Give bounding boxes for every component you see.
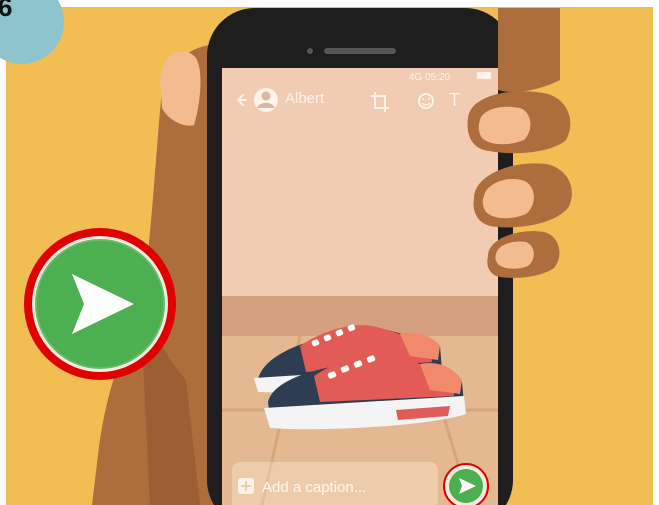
- finger-1: [467, 91, 571, 154]
- tutorial-illustration: 6 4G 05:20 Albert T: [0, 0, 659, 505]
- battery-icon: [477, 72, 491, 79]
- phone-camera: [307, 48, 313, 54]
- send-button-zoom: [24, 228, 176, 380]
- text-tool-icon[interactable]: T: [449, 90, 460, 111]
- phone-speaker: [324, 48, 396, 54]
- send-button[interactable]: [443, 463, 489, 505]
- user-avatar-icon: [254, 88, 278, 112]
- contact-name: Albert: [285, 90, 325, 107]
- illustration-canvas: [0, 0, 659, 505]
- step-number: 6: [0, 0, 13, 22]
- hand-back: [498, 8, 560, 92]
- caption-input[interactable]: [262, 476, 427, 498]
- status-bar-text: 4G 05:20: [409, 72, 451, 83]
